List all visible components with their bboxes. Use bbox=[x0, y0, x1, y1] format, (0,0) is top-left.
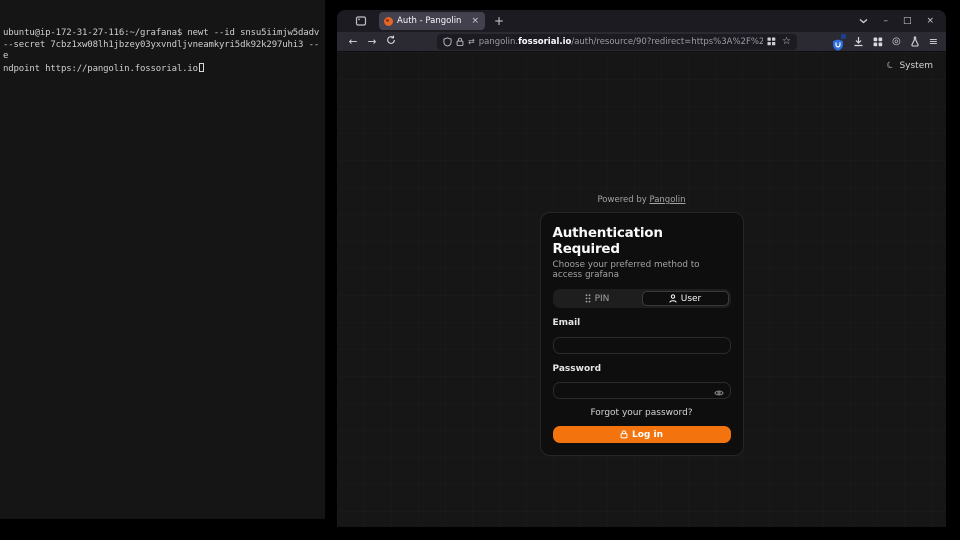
urlbar-end-icons: ☆ bbox=[767, 36, 791, 47]
login-button[interactable]: Log in bbox=[553, 426, 731, 443]
auth-card: Authentication Required Choose your pref… bbox=[540, 212, 744, 456]
password-manager-extension-icon[interactable] bbox=[832, 36, 844, 48]
tab-pin[interactable]: PIN bbox=[555, 291, 640, 306]
tracking-shield-icon[interactable] bbox=[443, 37, 452, 47]
labs-flask-icon[interactable] bbox=[910, 32, 920, 51]
terminal-line: --secret 7cbz1xw08lh1jbzey03yxvndljvneam… bbox=[3, 40, 322, 63]
menu-icon[interactable]: ≡ bbox=[929, 35, 938, 48]
forgot-password-link[interactable]: Forgot your password? bbox=[553, 408, 731, 418]
theme-toggle-label: System bbox=[899, 61, 933, 71]
tabbar-right-controls: – □ × bbox=[859, 17, 934, 26]
pangolin-favicon bbox=[384, 17, 393, 26]
tab-user[interactable]: User bbox=[642, 291, 729, 306]
password-input-wrap bbox=[553, 378, 731, 400]
browser-window: Auth - Pangolin × + – □ × ← → bbox=[337, 10, 946, 527]
card-title: Authentication Required bbox=[553, 225, 731, 257]
bookmark-star-icon[interactable]: ☆ bbox=[782, 36, 791, 47]
forward-button[interactable]: → bbox=[364, 36, 380, 48]
terminal-line: ndpoint https://pangolin.fossorial.io bbox=[3, 64, 198, 74]
password-label: Password bbox=[553, 364, 731, 374]
tab-user-label: User bbox=[681, 294, 702, 304]
show-password-eye-icon[interactable] bbox=[714, 382, 724, 401]
browser-tab-auth-pangolin[interactable]: Auth - Pangolin × bbox=[379, 12, 485, 30]
close-button[interactable]: × bbox=[926, 17, 934, 26]
login-button-label: Log in bbox=[632, 430, 663, 440]
auth-method-tabs: PIN User bbox=[553, 289, 731, 308]
url-text: pangolin.fossorial.io/auth/resource/90?r… bbox=[479, 37, 763, 47]
maximize-button[interactable]: □ bbox=[903, 17, 912, 26]
email-label: Email bbox=[553, 318, 731, 328]
powered-by: Powered by Pangolin bbox=[540, 195, 744, 205]
tab-title: Auth - Pangolin bbox=[397, 16, 466, 26]
extension-badge bbox=[841, 34, 846, 39]
moon-icon: ☾ bbox=[886, 60, 898, 72]
user-icon bbox=[669, 294, 677, 303]
back-button[interactable]: ← bbox=[345, 36, 361, 48]
tab-pin-label: PIN bbox=[595, 294, 610, 304]
tab-close-icon[interactable]: × bbox=[470, 16, 480, 26]
email-field[interactable] bbox=[553, 337, 731, 354]
minimize-button[interactable]: – bbox=[883, 17, 888, 26]
powered-by-text: Powered by bbox=[597, 195, 649, 205]
extensions-grid-icon[interactable] bbox=[873, 32, 883, 51]
terminal-line: ubuntu@ip-172-31-27-116:~/grafana$ newt … bbox=[3, 28, 322, 40]
auth-section: Powered by Pangolin Authentication Requi… bbox=[540, 195, 744, 456]
reload-button[interactable] bbox=[383, 35, 399, 48]
toolbar-right-icons: ◎ ≡ bbox=[832, 32, 938, 51]
new-tab-button[interactable]: + bbox=[494, 14, 504, 28]
reader-grid-icon[interactable] bbox=[767, 37, 776, 46]
page-content: ☾ System Powered by Pangolin Authenticat… bbox=[337, 52, 946, 527]
permissions-swap-icon[interactable]: ⇄ bbox=[468, 37, 475, 46]
dialpad-icon bbox=[585, 294, 591, 303]
account-circle-icon[interactable]: ◎ bbox=[892, 36, 901, 47]
terminal-cursor bbox=[199, 63, 204, 72]
theme-toggle[interactable]: ☾ System bbox=[887, 61, 933, 71]
firefox-view-icon[interactable] bbox=[353, 13, 369, 29]
email-input-wrap bbox=[553, 332, 731, 354]
password-field[interactable] bbox=[553, 382, 731, 399]
downloads-icon[interactable] bbox=[853, 32, 864, 51]
tab-bar: Auth - Pangolin × + – □ × bbox=[337, 10, 946, 32]
pangolin-link[interactable]: Pangolin bbox=[649, 195, 685, 205]
url-bar[interactable]: ⇄ pangolin.fossorial.io/auth/resource/90… bbox=[437, 34, 797, 50]
list-tabs-chevron-icon[interactable] bbox=[859, 18, 868, 24]
browser-toolbar: ← → ⇄ pangolin.fossorial.io/auth/resourc… bbox=[337, 32, 946, 52]
card-subtitle: Choose your preferred method to access g… bbox=[553, 260, 731, 280]
https-lock-icon[interactable] bbox=[456, 37, 464, 47]
terminal-window[interactable]: ubuntu@ip-172-31-27-116:~/grafana$ newt … bbox=[0, 0, 325, 519]
lock-icon bbox=[620, 430, 628, 439]
